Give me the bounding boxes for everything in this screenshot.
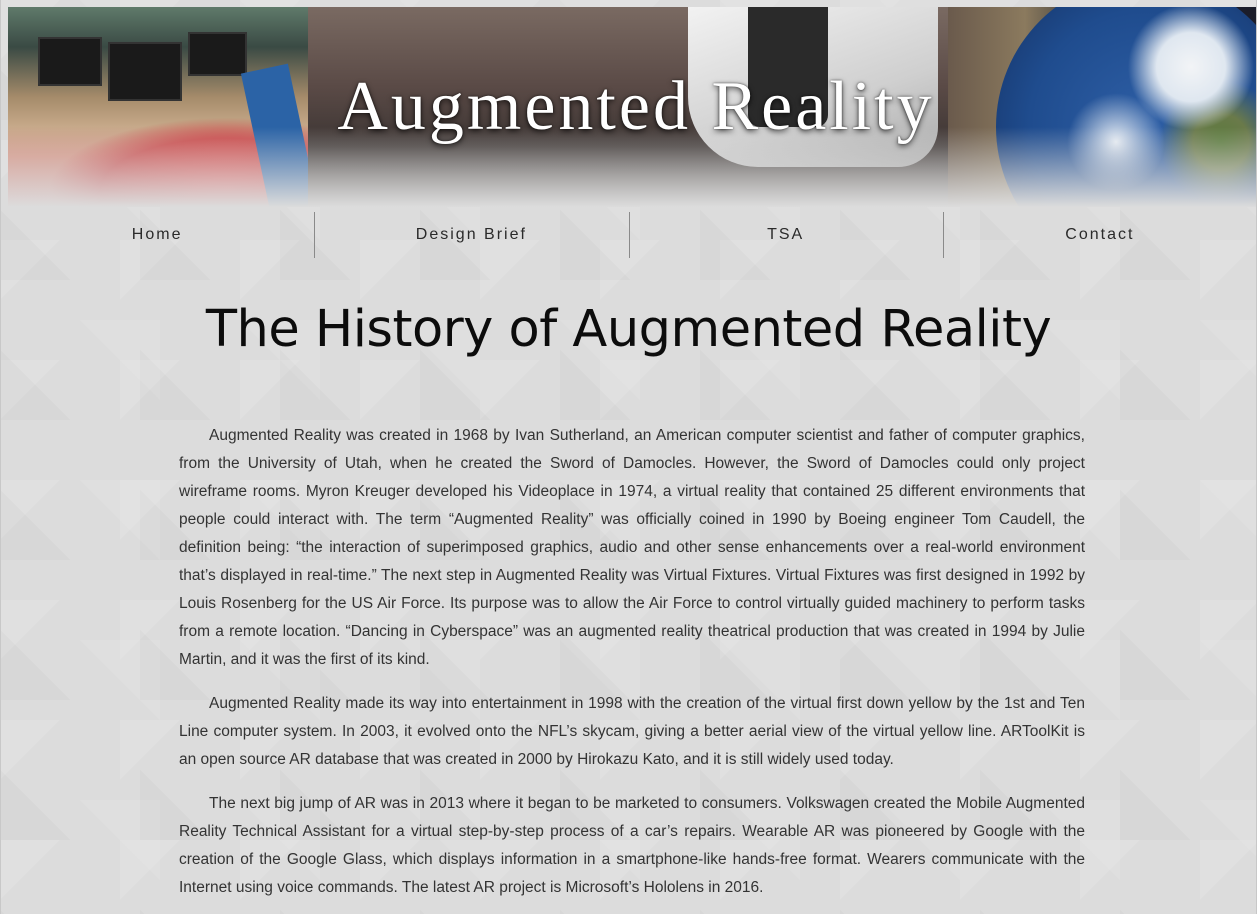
main-nav: Home Design Brief TSA Contact (0, 212, 1257, 258)
nav-tsa-link[interactable]: TSA (628, 212, 943, 258)
article-body: Augmented Reality was created in 1968 by… (179, 422, 1085, 914)
page: Augmented Reality Home Design Brief TSA … (0, 0, 1257, 914)
nav-home-link[interactable]: Home (0, 212, 314, 258)
paragraph-entertainment: Augmented Reality made its way into ente… (179, 695, 1085, 768)
nav-design-brief-link[interactable]: Design Brief (314, 212, 628, 258)
site-title: Augmented Reality (337, 68, 935, 145)
paragraph-origins: Augmented Reality was created in 1968 by… (179, 427, 1085, 668)
nav-contact-link[interactable]: Contact (942, 212, 1257, 258)
page-title: The History of Augmented Reality (205, 300, 1052, 359)
header-banner: Augmented Reality (8, 7, 1256, 207)
paragraph-consumer: The next big jump of AR was in 2013 wher… (179, 795, 1085, 896)
